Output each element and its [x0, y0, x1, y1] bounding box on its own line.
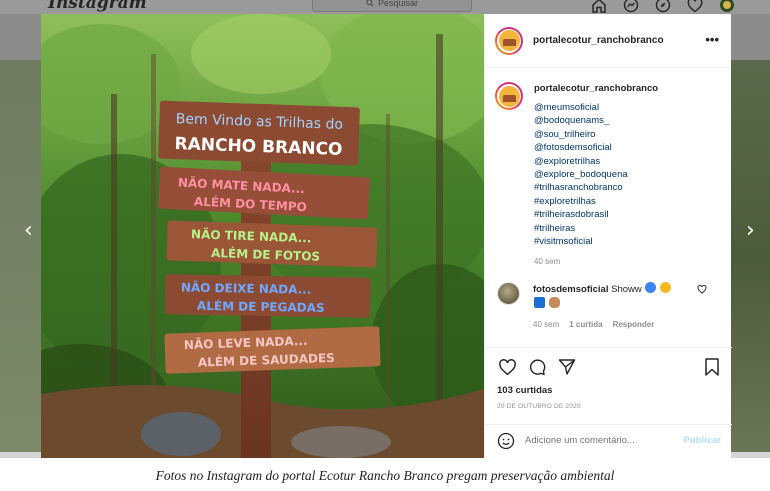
post-photo[interactable]: Bem Vindo as Trilhas do RANCHO BRANCO NÃ…	[41, 14, 484, 458]
caption-tag[interactable]: @fotosdemsoficial	[534, 141, 723, 154]
down-arrow-emoji-icon	[534, 297, 545, 308]
explore-icon[interactable]	[654, 0, 672, 13]
add-comment-bar: Publicar	[485, 424, 732, 456]
post-header: portalecotur_ranchobranco •••	[485, 14, 731, 68]
share-plane-icon[interactable]	[557, 357, 577, 377]
rock	[141, 412, 221, 456]
caption-username[interactable]: portalecotur_ranchobranco	[534, 82, 723, 95]
search-placeholder: Pesquisar	[377, 0, 419, 8]
caption-tag[interactable]: @exploretrilhas	[534, 155, 723, 168]
likes-count[interactable]: 103 curtidas	[497, 385, 552, 396]
publish-button[interactable]: Publicar	[684, 435, 722, 446]
post-actions: 103 curtidas 20 DE OUTUBRO DE 2020 Publi…	[485, 347, 732, 452]
rock	[291, 426, 391, 458]
star-eyes-emoji-icon	[660, 282, 672, 293]
caption-tag[interactable]: #trilheiras	[534, 222, 723, 235]
save-bookmark-icon[interactable]	[702, 357, 722, 377]
caption-tag[interactable]: @bodoquenams_	[534, 114, 723, 127]
instagram-logo[interactable]: Instagram	[48, 0, 147, 13]
comment-like-icon[interactable]	[697, 285, 707, 294]
search-icon	[366, 0, 374, 7]
sign-tire: NÃO TIRE NADA... ALÉM DE FOTOS	[166, 220, 378, 268]
comment-likes[interactable]: 1 curtida	[569, 320, 602, 329]
home-icon[interactable]	[590, 0, 608, 13]
sign-welcome: Bem Vindo as Trilhas do RANCHO BRANCO	[158, 100, 360, 166]
blue-heart-emoji-icon	[645, 282, 657, 293]
messenger-icon[interactable]	[622, 0, 640, 13]
sign-leve: NÃO LEVE NADA... ALÉM DE SAUDADES	[164, 326, 381, 374]
reply-button[interactable]: Responder	[613, 320, 655, 329]
post-caption: portalecotur_ranchobranco @meumsoficial …	[495, 82, 723, 266]
previous-post-arrow[interactable]: ‹	[24, 218, 33, 243]
top-nav-icons	[590, 0, 736, 13]
search-input[interactable]: Pesquisar	[312, 0, 472, 12]
commenter-username[interactable]: fotosdemsoficial	[533, 284, 609, 295]
top-nav-bar: Instagram Pesquisar	[0, 0, 770, 14]
comment-bubble-icon[interactable]	[527, 357, 547, 377]
comment-text: Showw	[611, 284, 642, 295]
more-options-icon[interactable]: •••	[705, 32, 719, 47]
caption-tag[interactable]: #exploretrilhas	[534, 195, 723, 208]
comment-item: fotosdemsoficial Showw 40 sem 1 curtida …	[497, 282, 721, 329]
like-heart-icon[interactable]	[497, 357, 517, 377]
emoji-smiley-icon[interactable]	[497, 432, 515, 450]
caption-tag[interactable]: @meumsoficial	[534, 101, 723, 114]
caption-tag[interactable]: #trilheirasdobrasil	[534, 208, 723, 221]
author-username[interactable]: portalecotur_ranchobranco	[533, 35, 664, 46]
heart-icon[interactable]	[686, 0, 704, 13]
author-avatar[interactable]	[495, 26, 523, 55]
previous-post-preview	[0, 60, 42, 458]
post-date[interactable]: 20 DE OUTUBRO DE 2020	[497, 403, 581, 410]
caption-tag[interactable]: #trilhasranchobranco	[534, 181, 723, 194]
caption-tag[interactable]: @sou_trilheiro	[534, 128, 723, 141]
comment-timestamp[interactable]: 40 sem	[533, 320, 559, 329]
caption-tag[interactable]: #visitmsoficial	[534, 235, 723, 248]
next-post-arrow[interactable]: ›	[746, 218, 755, 243]
profile-icon[interactable]	[718, 0, 736, 13]
sign-deixe: NÃO DEIXE NADA... ALÉM DE PEGADAS	[164, 274, 371, 318]
caption-avatar[interactable]	[495, 82, 523, 110]
sign-text-7: NÃO DEIXE NADA...	[181, 279, 312, 296]
post-side-panel: portalecotur_ranchobranco ••• portalecot…	[484, 14, 732, 458]
sign-text-8: ALÉM DE PEGADAS	[197, 298, 325, 315]
caption-tag[interactable]: @explore_bodoquena	[534, 168, 723, 181]
add-comment-input[interactable]	[525, 435, 675, 446]
figure-caption: Fotos no Instagram do portal Ecotur Ranc…	[155, 467, 615, 483]
caption-timestamp[interactable]: 40 sem	[534, 257, 723, 266]
clapping-hands-emoji-icon	[548, 297, 560, 308]
commenter-avatar[interactable]	[497, 282, 520, 305]
next-post-preview	[730, 60, 770, 458]
